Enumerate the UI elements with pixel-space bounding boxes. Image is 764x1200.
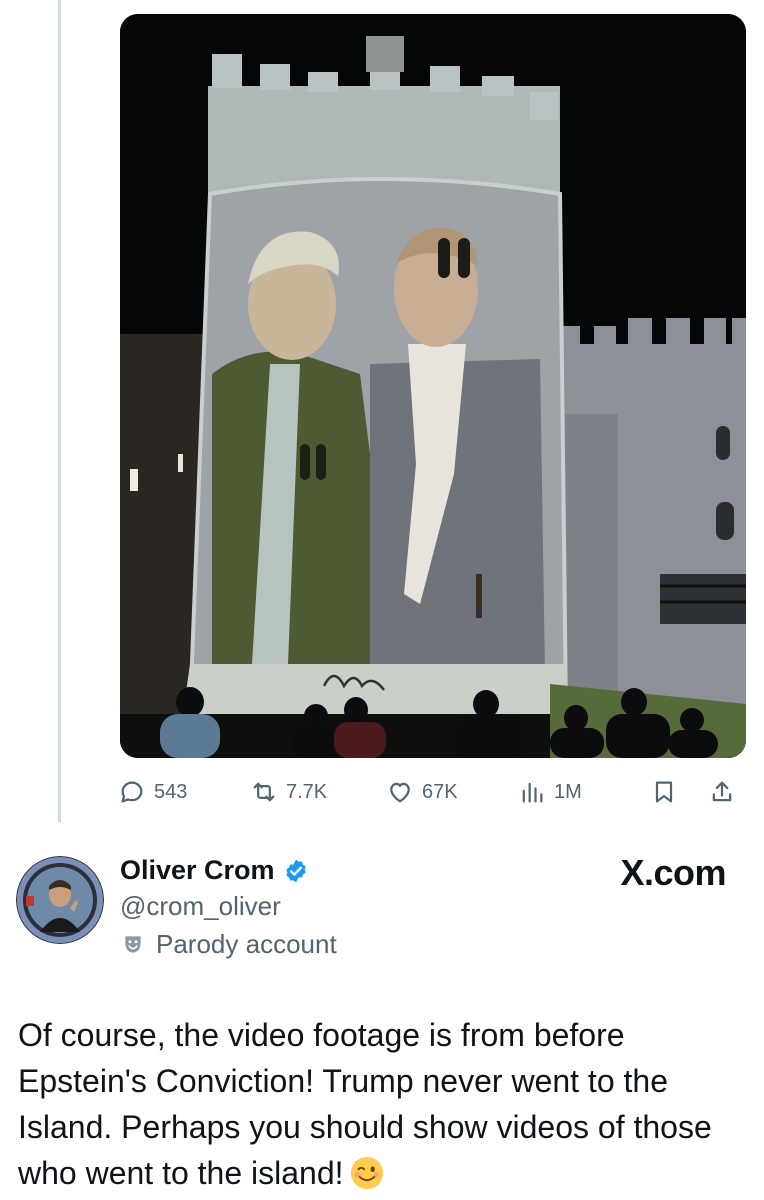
tweet-action-bar: 543 7.7K 67K 1M xyxy=(118,770,748,814)
author-name-row: Oliver Crom xyxy=(120,855,309,886)
comment-icon xyxy=(121,781,143,803)
castle-projection-image xyxy=(120,14,746,758)
bookmark-button[interactable] xyxy=(650,770,678,814)
views-chart-icon xyxy=(522,782,543,803)
views-count: 1M xyxy=(554,780,582,803)
tweet-media-photo[interactable] xyxy=(120,14,746,758)
like-count: 67K xyxy=(422,780,458,803)
repost-icon xyxy=(253,782,275,802)
heart-icon xyxy=(390,782,410,803)
share-button[interactable] xyxy=(708,770,736,814)
like-button[interactable]: 67K xyxy=(386,770,458,814)
avatar-logo-image xyxy=(16,856,104,944)
tweet-text: Of course, the video footage is from bef… xyxy=(18,1012,748,1196)
share-icon xyxy=(712,781,732,802)
repost-button[interactable]: 7.7K xyxy=(250,770,327,814)
winking-face-emoji-icon xyxy=(350,1156,383,1190)
avatar[interactable] xyxy=(16,856,104,944)
xcom-brand: X.com xyxy=(620,852,726,893)
views-button[interactable]: 1M xyxy=(518,770,582,814)
bookmark-icon xyxy=(655,781,673,803)
reply-count: 543 xyxy=(154,780,188,803)
author-handle[interactable]: @crom_oliver xyxy=(120,891,281,922)
parody-label: Parody account xyxy=(120,929,337,960)
parody-mask-icon xyxy=(125,935,141,953)
author-display-name[interactable]: Oliver Crom xyxy=(120,855,275,886)
reply-button[interactable]: 543 xyxy=(118,770,187,814)
verified-badge-icon xyxy=(283,858,309,884)
parody-label-text: Parody account xyxy=(156,929,337,959)
repost-count: 7.7K xyxy=(286,780,328,803)
thread-connector-line xyxy=(58,0,61,822)
